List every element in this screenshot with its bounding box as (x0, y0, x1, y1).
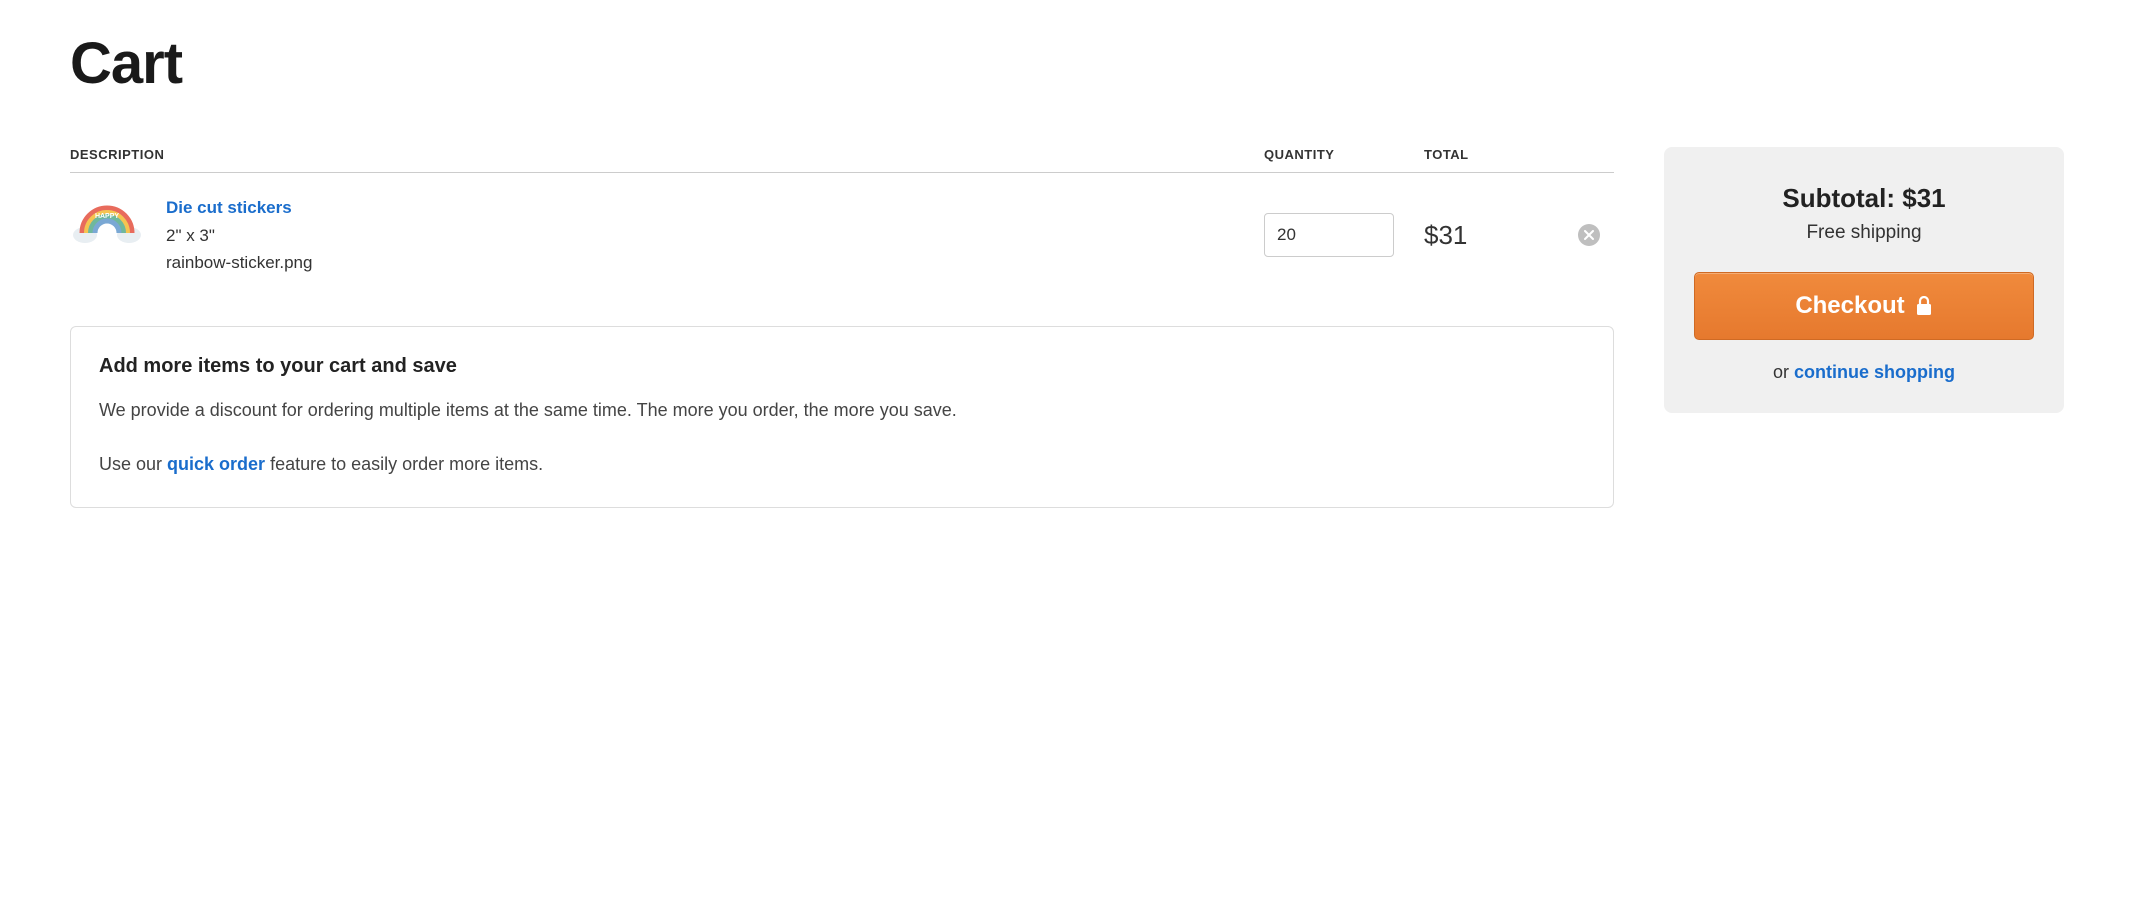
info-box: Add more items to your cart and save We … (70, 326, 1614, 509)
subtotal-value: $31 (1902, 183, 1945, 213)
table-row: HAPPY Die cut stickers 2" x 3" rainbow-s… (70, 173, 1614, 306)
rainbow-sticker-icon: HAPPY (70, 195, 144, 247)
cart-summary: Subtotal: $31 Free shipping Checkout or … (1664, 147, 2064, 413)
item-size: 2" x 3" (166, 223, 312, 249)
subtotal-line: Subtotal: $31 (1694, 183, 2034, 214)
cart-layout: DESCRIPTION QUANTITY TOTAL (70, 147, 2064, 508)
item-file: rainbow-sticker.png (166, 250, 312, 276)
info-box-text-2: Use our quick order feature to easily or… (99, 450, 1585, 479)
info-text-pre: Use our (99, 454, 167, 474)
header-description: DESCRIPTION (70, 147, 1264, 162)
item-info: Die cut stickers 2" x 3" rainbow-sticker… (166, 195, 312, 276)
header-remove-spacer (1564, 147, 1614, 162)
item-name-link[interactable]: Die cut stickers (166, 195, 312, 221)
checkout-label: Checkout (1795, 292, 1904, 320)
item-description: HAPPY Die cut stickers 2" x 3" rainbow-s… (70, 195, 1264, 276)
header-quantity: QUANTITY (1264, 147, 1424, 162)
svg-text:HAPPY: HAPPY (95, 213, 119, 220)
continue-line: or continue shopping (1694, 362, 2034, 383)
info-box-title: Add more items to your cart and save (99, 355, 1585, 378)
header-total: TOTAL (1424, 147, 1564, 162)
continue-shopping-link[interactable]: continue shopping (1794, 362, 1955, 382)
close-icon (1584, 230, 1594, 240)
cart-main: DESCRIPTION QUANTITY TOTAL (70, 147, 1614, 508)
remove-item-button[interactable] (1578, 224, 1600, 246)
lock-icon (1915, 296, 1933, 316)
info-box-text-1: We provide a discount for ordering multi… (99, 396, 1585, 425)
item-remove-cell (1564, 224, 1614, 246)
page-title: Cart (70, 30, 2064, 97)
item-thumbnail[interactable]: HAPPY (70, 195, 144, 247)
subtotal-label: Subtotal: (1782, 183, 1902, 213)
item-quantity-cell (1264, 213, 1424, 257)
shipping-label: Free shipping (1694, 222, 2034, 244)
or-label: or (1773, 362, 1794, 382)
info-text-post: feature to easily order more items. (265, 454, 543, 474)
cart-table: DESCRIPTION QUANTITY TOTAL (70, 147, 1614, 306)
cart-header-row: DESCRIPTION QUANTITY TOTAL (70, 147, 1614, 173)
item-total: $31 (1424, 220, 1564, 251)
quantity-input[interactable] (1264, 213, 1394, 257)
checkout-button[interactable]: Checkout (1694, 272, 2034, 340)
quick-order-link[interactable]: quick order (167, 454, 265, 474)
